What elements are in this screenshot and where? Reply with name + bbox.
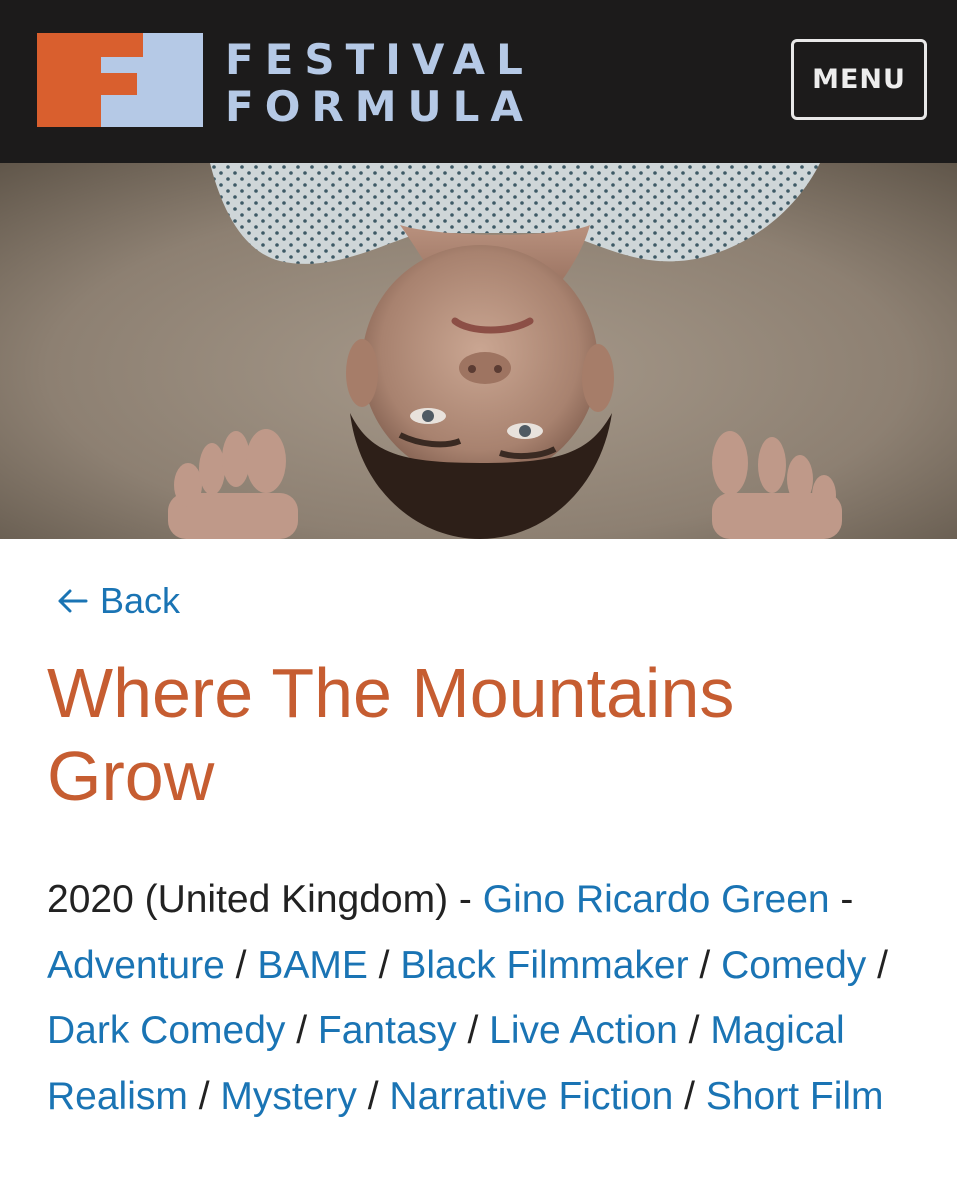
meta-separator: - [448, 878, 483, 921]
genre-separator: / [187, 1074, 221, 1118]
genre-link[interactable]: Mystery [220, 1075, 357, 1118]
genre-separator: / [677, 1009, 711, 1052]
genre-link[interactable]: Dark Comedy [47, 1009, 285, 1052]
brand-wordmark[interactable]: FESTIVAL FORMULA [225, 36, 534, 130]
genre-link[interactable]: BAME [257, 944, 368, 987]
meta-separator: - [829, 878, 854, 921]
film-still-image [0, 163, 957, 539]
genre-link[interactable]: Black Filmmaker [400, 944, 688, 987]
menu-button[interactable]: MENU [791, 39, 927, 120]
director-link[interactable]: Gino Ricardo Green [483, 878, 830, 921]
genre-separator: / [673, 1074, 706, 1118]
genre-separator: / [688, 943, 722, 987]
festival-formula-logo-icon[interactable] [37, 33, 203, 127]
arrow-left-icon [58, 589, 88, 613]
genre-link[interactable]: Fantasy [318, 1009, 457, 1052]
back-link[interactable]: Back [56, 578, 180, 624]
film-year-country: 2020 (United Kingdom) [47, 878, 449, 921]
back-label: Back [100, 580, 181, 621]
genre-separator: / [285, 1009, 318, 1052]
brand-line-1: FESTIVAL [225, 35, 534, 84]
film-meta: 2020 (United Kingdom) - Gino Ricardo Gre… [47, 867, 927, 1129]
film-title: Where The Mountains Grow [47, 654, 735, 815]
brand-line-2: FORMULA [225, 82, 534, 131]
genre-separator: / [356, 1074, 390, 1118]
genre-separator: / [367, 943, 401, 987]
genre-list: Adventure / BAME / Black Filmmaker / Com… [47, 944, 888, 1118]
genre-separator: / [224, 943, 258, 987]
genre-link[interactable]: Comedy [721, 944, 866, 987]
genre-separator: / [866, 943, 888, 987]
site-header: FESTIVAL FORMULA MENU [0, 0, 957, 163]
genre-link[interactable]: Narrative Fiction [389, 1075, 673, 1118]
genre-link[interactable]: Adventure [47, 944, 225, 987]
genre-separator: / [456, 1009, 490, 1052]
genre-link[interactable]: Short Film [706, 1075, 884, 1118]
genre-link[interactable]: Live Action [489, 1009, 678, 1052]
